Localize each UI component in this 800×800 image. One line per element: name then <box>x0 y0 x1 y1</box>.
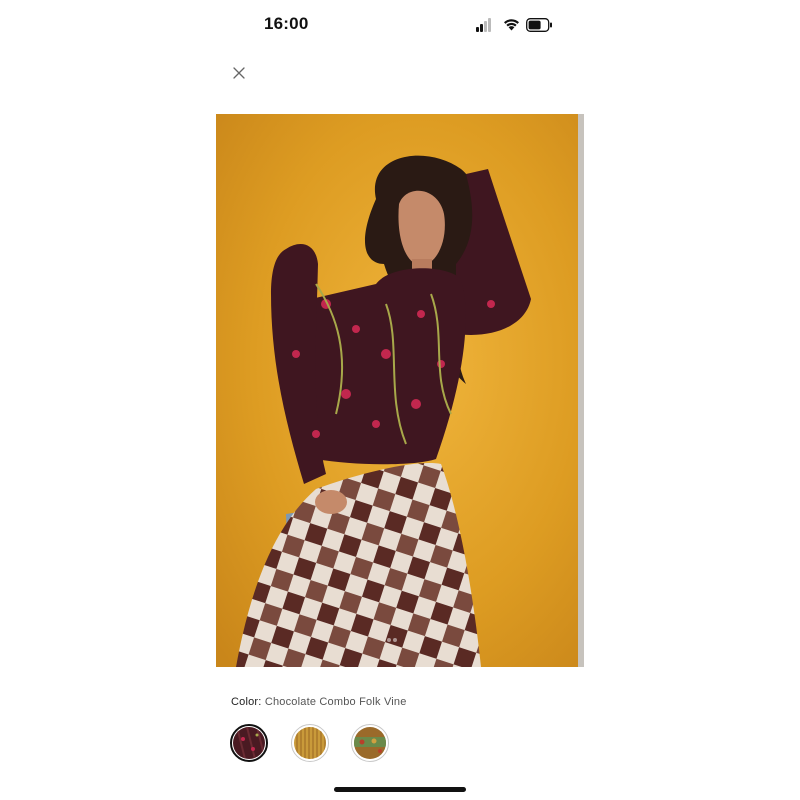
status-time: 16:00 <box>264 14 309 33</box>
swatch-preview <box>233 727 265 759</box>
signal-icon <box>476 18 496 32</box>
product-image[interactable] <box>216 114 584 667</box>
color-label-key: Color: <box>231 696 262 708</box>
color-label-value: Chocolate Combo Folk Vine <box>264 696 407 708</box>
image-pagination-dots <box>386 629 416 642</box>
status-bar: 16:00 <box>0 0 800 50</box>
product-photo-illustration <box>216 114 584 667</box>
color-label: Color: Chocolate Combo Folk Vine <box>231 696 407 708</box>
color-swatch-chocolate[interactable] <box>230 724 268 762</box>
swatch-preview <box>294 727 326 759</box>
close-button[interactable] <box>229 63 249 83</box>
battery-icon <box>526 18 552 32</box>
swatch-preview <box>354 727 386 759</box>
color-swatch-3[interactable] <box>351 724 389 762</box>
color-swatch-2[interactable] <box>291 724 329 762</box>
wifi-icon <box>504 19 519 31</box>
status-icons <box>476 16 556 34</box>
home-indicator <box>334 787 466 792</box>
close-icon <box>233 67 245 79</box>
